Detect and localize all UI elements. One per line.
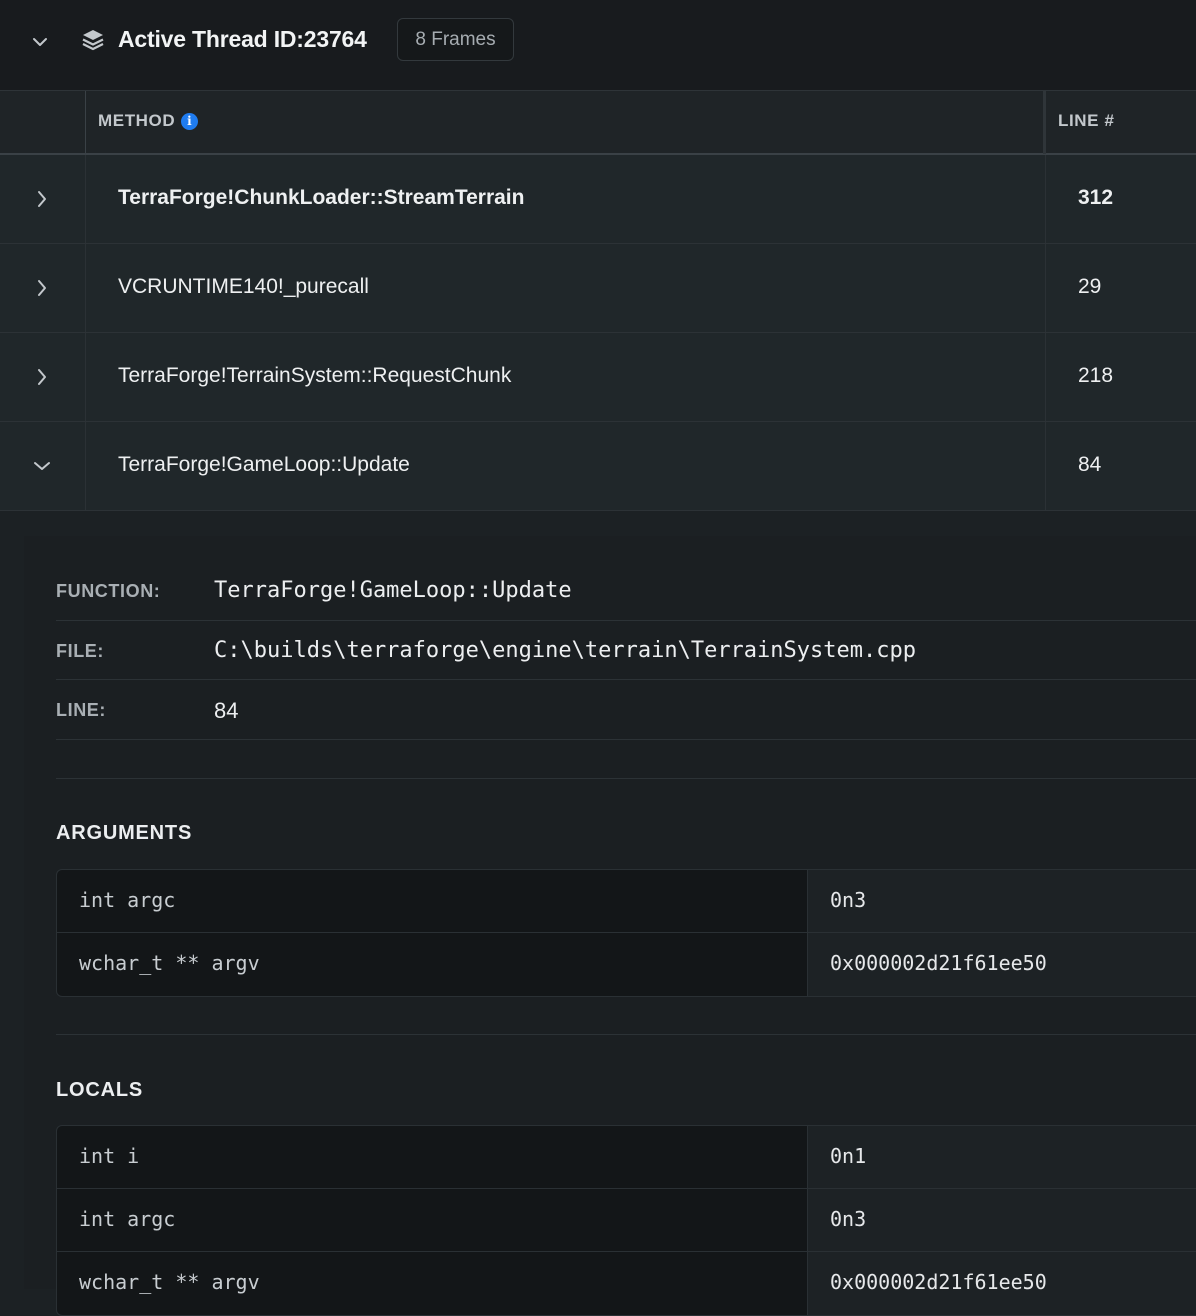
local-name: int i xyxy=(79,1144,140,1168)
locals-table: int i 0n1 int argc 0n3 wchar_t ** argv 0… xyxy=(56,1125,1196,1316)
stack-frame-row[interactable]: VCRUNTIME140!_purecall 29 xyxy=(0,244,1196,333)
arguments-section-title: ARGUMENTS xyxy=(56,822,193,844)
argument-value-cell: 0n3 xyxy=(807,870,1196,932)
frame-line-number: 29 xyxy=(1078,275,1102,298)
file-path-value[interactable]: C:\builds\terraforge\engine\terrain\Terr… xyxy=(214,638,916,663)
column-resize-handle[interactable] xyxy=(1043,91,1046,154)
frame-line-number: 84 xyxy=(1078,453,1102,476)
argument-row[interactable]: int argc 0n3 xyxy=(57,870,1196,933)
arguments-table: int argc 0n3 wchar_t ** argv 0x000002d21… xyxy=(56,869,1196,997)
column-divider xyxy=(1045,244,1046,332)
argument-value: 0n3 xyxy=(830,888,867,912)
stack-frame-row-expanded[interactable]: TerraForge!GameLoop::Update 84 xyxy=(0,422,1196,511)
local-name: int argc xyxy=(79,1207,176,1231)
local-value: 0n1 xyxy=(830,1144,867,1168)
column-divider xyxy=(85,91,86,154)
column-divider xyxy=(85,244,86,332)
chevron-down-icon[interactable] xyxy=(30,454,54,478)
locals-section-title: LOCALS xyxy=(56,1079,144,1101)
chevron-right-icon[interactable] xyxy=(30,276,54,300)
argument-name: wchar_t ** argv xyxy=(79,951,260,975)
line-value: 84 xyxy=(214,698,239,723)
section-divider xyxy=(56,778,1196,779)
column-divider xyxy=(1045,155,1046,243)
column-divider xyxy=(1045,333,1046,421)
info-icon[interactable]: i xyxy=(181,112,199,130)
local-value-cell: 0x000002d21f61ee50 xyxy=(807,1252,1196,1315)
local-name: wchar_t ** argv xyxy=(79,1270,260,1294)
local-row[interactable]: wchar_t ** argv 0x000002d21f61ee50 xyxy=(57,1252,1196,1315)
local-value-cell: 0n3 xyxy=(807,1189,1196,1251)
frame-method: TerraForge!GameLoop::Update xyxy=(118,453,410,476)
method-column-label: METHOD xyxy=(98,111,176,130)
frame-line-number: 312 xyxy=(1078,186,1114,209)
frame-details-panel: FUNCTION: TerraForge!GameLoop::Update FI… xyxy=(24,536,1196,1316)
argument-value: 0x000002d21f61ee50 xyxy=(830,951,1047,975)
divider xyxy=(56,739,1196,740)
stack-table-header: METHOD i LINE # xyxy=(0,90,1196,155)
frames-count-badge: 8 Frames xyxy=(397,18,514,61)
layers-stack-icon xyxy=(80,27,106,53)
frame-method: TerraForge!ChunkLoader::StreamTerrain xyxy=(118,186,525,209)
argument-name: int argc xyxy=(79,888,176,912)
column-divider xyxy=(85,333,86,421)
column-divider xyxy=(85,422,86,510)
line-label: LINE: xyxy=(56,700,106,720)
column-divider xyxy=(1045,422,1046,510)
function-value: TerraForge!GameLoop::Update xyxy=(214,578,572,603)
stack-frame-row[interactable]: TerraForge!TerrainSystem::RequestChunk 2… xyxy=(0,333,1196,422)
frame-line-number: 218 xyxy=(1078,364,1114,387)
section-divider xyxy=(56,1034,1196,1035)
function-label: FUNCTION: xyxy=(56,581,161,601)
local-row[interactable]: int i 0n1 xyxy=(57,1126,1196,1189)
local-row[interactable]: int argc 0n3 xyxy=(57,1189,1196,1252)
file-label: FILE: xyxy=(56,641,104,661)
line-column-header[interactable]: LINE # xyxy=(1058,111,1115,131)
local-value: 0x000002d21f61ee50 xyxy=(830,1270,1047,1294)
argument-value-cell: 0x000002d21f61ee50 xyxy=(807,933,1196,996)
chevron-right-icon[interactable] xyxy=(30,187,54,211)
divider xyxy=(56,679,1196,680)
collapse-thread-chevron-down-icon[interactable] xyxy=(28,30,52,54)
thread-title: Active Thread ID:23764 xyxy=(118,26,367,52)
method-column-header[interactable]: METHOD i xyxy=(98,111,199,131)
chevron-right-icon[interactable] xyxy=(30,365,54,389)
stack-frame-row[interactable]: TerraForge!ChunkLoader::StreamTerrain 31… xyxy=(0,155,1196,244)
thread-header: Active Thread ID:23764 8 Frames xyxy=(0,0,1196,90)
divider xyxy=(56,620,1196,621)
local-value: 0n3 xyxy=(830,1207,867,1231)
argument-row[interactable]: wchar_t ** argv 0x000002d21f61ee50 xyxy=(57,933,1196,996)
local-value-cell: 0n1 xyxy=(807,1126,1196,1188)
column-divider xyxy=(85,155,86,243)
frame-method: VCRUNTIME140!_purecall xyxy=(118,275,369,298)
frame-method: TerraForge!TerrainSystem::RequestChunk xyxy=(118,364,512,387)
